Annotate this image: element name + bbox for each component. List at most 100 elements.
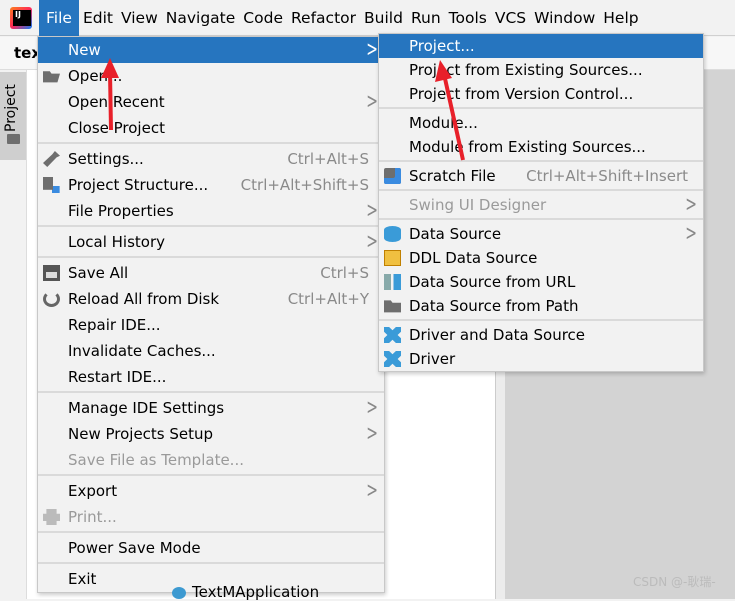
menu-item-restart-ide[interactable]: Restart IDE... xyxy=(38,364,384,390)
folder-icon xyxy=(384,300,401,313)
menu-item-label: Project... xyxy=(409,37,475,55)
menu-item-label: Manage IDE Settings xyxy=(68,399,225,417)
menu-item-module-from-existing-sources[interactable]: Module from Existing Sources... xyxy=(379,135,703,159)
watermark: CSDN @-耿瑞- xyxy=(633,575,716,589)
shortcut: Ctrl+Alt+S xyxy=(287,150,369,168)
menu-item-label: New xyxy=(68,41,101,59)
menu-item-new[interactable]: New > xyxy=(38,37,384,63)
menu-navigate[interactable]: Navigate xyxy=(162,0,240,36)
menu-help[interactable]: Help xyxy=(599,0,642,36)
url-icon xyxy=(384,274,401,290)
menu-item-label: New Projects Setup xyxy=(68,425,214,443)
menu-item-label: Data Source from URL xyxy=(409,273,576,291)
menu-item-label: Open Recent xyxy=(68,93,165,111)
new-submenu: Project... Project from Existing Sources.… xyxy=(378,33,704,372)
menu-item-label: Data Source from Path xyxy=(409,297,579,315)
driver-icon xyxy=(384,351,401,367)
menu-item-open-recent[interactable]: Open Recent > xyxy=(38,89,384,115)
menu-item-data-source-from-path[interactable]: Data Source from Path xyxy=(379,294,703,318)
tree-item[interactable]: TextMApplication xyxy=(172,583,320,601)
menu-item-save-file-as-template: Save File as Template... xyxy=(38,447,384,473)
save-icon xyxy=(43,265,60,281)
ddl-icon xyxy=(384,250,401,266)
menu-item-label: Restart IDE... xyxy=(68,368,167,386)
menu-item-manage-ide-settings[interactable]: Manage IDE Settings > xyxy=(38,395,384,421)
menu-item-save-all[interactable]: Save All Ctrl+S xyxy=(38,260,384,286)
menu-item-label: Reload All from Disk xyxy=(68,290,220,308)
chevron-right-icon: > xyxy=(366,199,378,223)
project-tab-label: Project xyxy=(3,84,19,132)
menu-item-new-projects-setup[interactable]: New Projects Setup > xyxy=(38,421,384,447)
menu-item-reload-all-from-disk[interactable]: Reload All from Disk Ctrl+Alt+Y xyxy=(38,286,384,312)
menu-item-label: Project Structure... xyxy=(68,176,209,194)
tree-item-label: TextMApplication xyxy=(192,583,320,601)
menu-file[interactable]: File xyxy=(39,0,79,36)
menu-bar: FileEditViewNavigateCodeRefactorBuildRun… xyxy=(0,0,735,36)
menu-tools[interactable]: Tools xyxy=(445,0,491,36)
menu-item-label: Invalidate Caches... xyxy=(68,342,216,360)
menu-edit[interactable]: Edit xyxy=(79,0,117,36)
menu-item-label: Project from Version Control... xyxy=(409,85,634,103)
menu-item-label: DDL Data Source xyxy=(409,249,538,267)
menu-item-repair-ide[interactable]: Repair IDE... xyxy=(38,312,384,338)
menu-item-local-history[interactable]: Local History > xyxy=(38,229,384,255)
project-structure-icon xyxy=(43,177,60,193)
intellij-logo-icon xyxy=(10,6,32,29)
chevron-right-icon: > xyxy=(685,193,697,217)
menu-item-label: Swing UI Designer xyxy=(409,196,547,214)
menu-item-power-save-mode[interactable]: Power Save Mode xyxy=(38,535,384,561)
menu-run[interactable]: Run xyxy=(407,0,445,36)
menu-item-label: Open... xyxy=(68,67,123,85)
chevron-right-icon: > xyxy=(366,230,378,254)
menu-item-label: Driver xyxy=(409,350,456,368)
shortcut: Ctrl+S xyxy=(320,264,369,282)
menu-item-project[interactable]: Project... xyxy=(379,34,703,58)
menu-view[interactable]: View xyxy=(117,0,162,36)
menu-item-label: Save File as Template... xyxy=(68,451,244,469)
chevron-right-icon: > xyxy=(366,38,378,62)
menu-item-label: Print... xyxy=(68,508,117,526)
menu-item-swing-ui-designer: Swing UI Designer > xyxy=(379,193,703,217)
print-icon xyxy=(43,509,60,525)
scratch-file-icon xyxy=(384,168,401,184)
menu-item-project-from-existing-sources[interactable]: Project from Existing Sources... xyxy=(379,58,703,82)
menu-item-driver-and-data-source[interactable]: Driver and Data Source xyxy=(379,323,703,347)
menu-refactor[interactable]: Refactor xyxy=(287,0,360,36)
chevron-right-icon: > xyxy=(685,222,697,246)
file-menu: New > Open... Open Recent > Close Project Sett… xyxy=(37,36,385,593)
menu-item-close-project[interactable]: Close Project xyxy=(38,115,384,141)
reload-icon xyxy=(43,291,60,307)
menu-vcs[interactable]: VCS xyxy=(491,0,530,36)
menu-item-scratch-file[interactable]: Scratch File Ctrl+Alt+Shift+Insert xyxy=(379,164,703,188)
menu-build[interactable]: Build xyxy=(360,0,407,36)
menu-item-label: Repair IDE... xyxy=(68,316,161,334)
chevron-right-icon: > xyxy=(366,422,378,446)
wrench-icon xyxy=(43,151,60,167)
menu-item-label: Module from Existing Sources... xyxy=(409,138,646,156)
menu-item-label: Settings... xyxy=(68,150,144,168)
menu-item-file-properties[interactable]: File Properties > xyxy=(38,198,384,224)
menu-item-ddl-data-source[interactable]: DDL Data Source xyxy=(379,246,703,270)
menu-code[interactable]: Code xyxy=(239,0,287,36)
menu-item-data-source-from-url[interactable]: Data Source from URL xyxy=(379,270,703,294)
project-tool-tab[interactable]: Project xyxy=(0,72,26,160)
menu-item-driver[interactable]: Driver xyxy=(379,347,703,371)
menu-item-project-from-version-control[interactable]: Project from Version Control... xyxy=(379,82,703,106)
menu-item-label: Scratch File xyxy=(409,167,496,185)
menu-item-module[interactable]: Module... xyxy=(379,111,703,135)
menu-item-label: Data Source xyxy=(409,225,502,243)
menu-item-settings[interactable]: Settings... Ctrl+Alt+S xyxy=(38,146,384,172)
menu-item-print: Print... xyxy=(38,504,384,530)
menu-item-label: Export xyxy=(68,482,118,500)
menu-item-export[interactable]: Export > xyxy=(38,478,384,504)
driver-icon xyxy=(384,327,401,343)
shortcut: Ctrl+Alt+Y xyxy=(287,290,369,308)
menu-item-invalidate-caches[interactable]: Invalidate Caches... xyxy=(38,338,384,364)
menu-window[interactable]: Window xyxy=(530,0,599,36)
menu-item-project-structure[interactable]: Project Structure... Ctrl+Alt+Shift+S xyxy=(38,172,384,198)
menu-item-data-source[interactable]: Data Source > xyxy=(379,222,703,246)
menu-item-label: Save All xyxy=(68,264,129,282)
menu-item-open[interactable]: Open... xyxy=(38,63,384,89)
menu-item-label: Driver and Data Source xyxy=(409,326,586,344)
menu-item-label: Project from Existing Sources... xyxy=(409,61,643,79)
